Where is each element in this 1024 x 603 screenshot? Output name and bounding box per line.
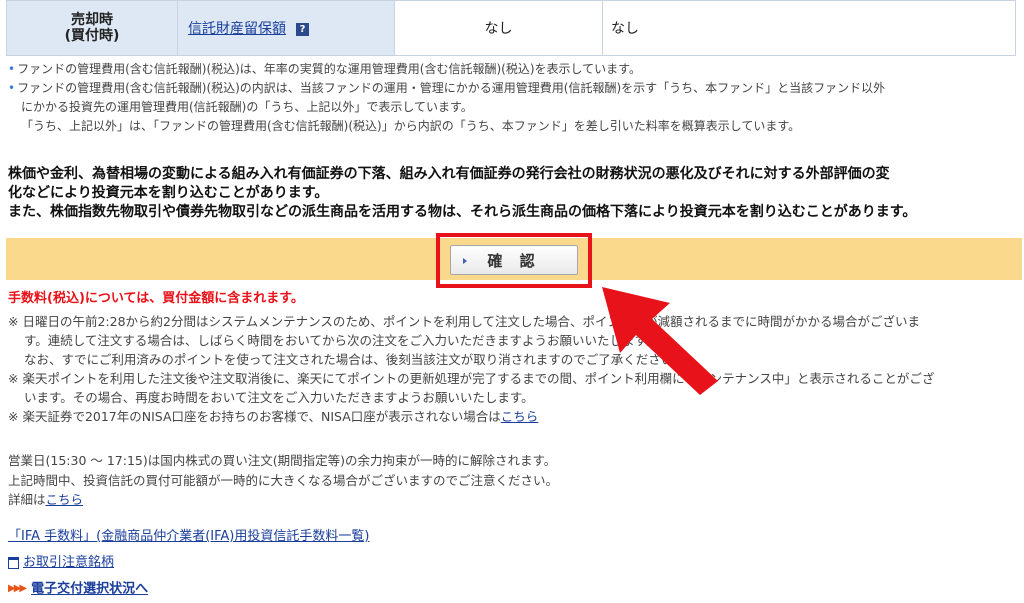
note-line: にかかる投資先の運用管理費用(信託報酬)の「うち、上記以外」で表示しています。 (21, 100, 473, 114)
window-icon (8, 556, 19, 569)
nisa-link[interactable]: こちら (501, 409, 539, 424)
info-line: 営業日(15:30 〜 17:15)は国内株式の買い注文(期間指定等)の余力拘束… (8, 453, 557, 468)
note-line: ※ 楽天ポイントを利用した注文後や注文取消後に、楽天にてポイントの更新処理が完了… (8, 371, 935, 386)
fee-note: 手数料(税込)については、買付金額に含まれます。 (8, 291, 304, 306)
bottom-notes: ※ 日曜日の午前2:28から約2分間はシステムメンテナンスのため、ポイントを利用… (8, 312, 1018, 426)
value-cell-1: なし (394, 0, 603, 56)
note-line: す。連続して注文する場合は、しばらく時間をおいてから次の注文をご入力いただきます… (24, 333, 659, 348)
ifa-fee-link[interactable]: 「IFA 手数料」(金融商品仲介業者(IFA)用投資信託手数料一覧) (8, 529, 369, 544)
risk-warning: 株価や金利、為替相場の変動による組み入れ有価証券の下落、組み入れ有価証券の発行会… (8, 165, 1020, 222)
trust-reserve-link[interactable]: 信託財産留保額 (188, 21, 286, 37)
row-label-text: 売却時 (買付時) (64, 12, 120, 44)
note-line: • ファンドの管理費用(含む信託報酬)(税込)は、年率の実質的な運用管理費用(含む… (8, 62, 641, 76)
note-line: • ファンドの管理費用(含む信託報酬)(税込)の内訳は、当該ファンドの運用・管理に… (8, 81, 886, 95)
warning-line: 化などにより投資元本を割り込むことがあります。 (8, 185, 329, 201)
highlight-frame (436, 233, 592, 288)
caution-stocks-link[interactable]: お取引注意銘柄 (23, 555, 114, 570)
row-name-cell: 信託財産留保額? (177, 0, 395, 56)
info-line: 詳細はこちら (8, 492, 84, 507)
warning-line: 株価や金利、為替相場の変動による組み入れ有価証券の下落、組み入れ有価証券の発行会… (8, 166, 890, 182)
fee-table: 売却時 (買付時) 信託財産留保額? なし なし (6, 0, 1016, 56)
edelivery-link[interactable]: 電子交付選択状況へ (31, 582, 148, 597)
row-label: 売却時 (買付時) (6, 0, 178, 56)
bullet-icon: • (8, 81, 16, 95)
list-item: 「IFA 手数料」(金融商品仲介業者(IFA)用投資信託手数料一覧) (8, 524, 369, 550)
note-line: ※ 楽天証券で2017年のNISA口座をお持ちのお客様で、NISA口座が表示され… (8, 409, 539, 424)
note-line: ※ 日曜日の午前2:28から約2分間はシステムメンテナンスのため、ポイントを利用… (8, 314, 920, 329)
note-line: なお、すでにご利用済みのポイントを使って注文された場合は、後刻当該注文が取り消さ… (24, 352, 686, 367)
pointer-arrow-icon (602, 287, 718, 395)
note-line: 「うち、上記以外」は、「ファンドの管理費用(含む信託報酬)(税込)」から内訳の「… (21, 119, 801, 133)
note-line: います。その場合、再度お時間をおいて注文をご入力いただきますようお願いいたします… (24, 390, 534, 405)
business-day-info: 営業日(15:30 〜 17:15)は国内株式の買い注文(期間指定等)の余力拘束… (8, 451, 1008, 510)
bullet-icon: • (8, 62, 16, 76)
triple-arrow-icon: ▶▶▶ (8, 583, 27, 594)
detail-link[interactable]: こちら (46, 492, 84, 507)
help-icon[interactable]: ? (296, 22, 309, 36)
info-line: 上記時間中、投資信託の買付可能額が一時的に大きくなる場合がございますのでご注意く… (8, 472, 559, 488)
footer-links: 「IFA 手数料」(金融商品仲介業者(IFA)用投資信託手数料一覧) お取引注意… (8, 524, 369, 603)
fee-notes: • ファンドの管理費用(含む信託報酬)(税込)は、年率の実質的な運用管理費用(含む… (8, 60, 1018, 136)
list-item: お取引注意銘柄 (8, 550, 369, 576)
table-row: 売却時 (買付時) 信託財産留保額? なし なし (6, 0, 1016, 56)
list-item: ▶▶▶ 電子交付選択状況へ (8, 576, 369, 603)
warning-line: また、株価指数先物取引や債券先物取引などの派生商品を活用する物は、それら派生商品… (8, 204, 917, 220)
value-cell-2: なし (602, 0, 1016, 56)
